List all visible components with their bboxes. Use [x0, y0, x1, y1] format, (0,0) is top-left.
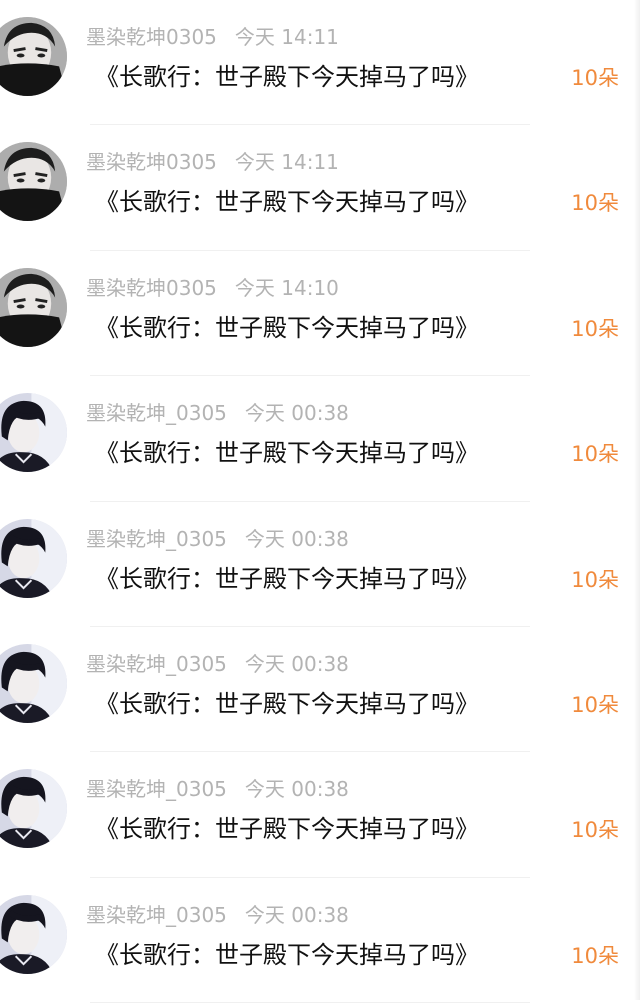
- gift-count: 10朵: [571, 316, 619, 341]
- masked-man-avatar-icon[interactable]: [0, 142, 67, 222]
- masked-man-avatar-icon[interactable]: [0, 267, 67, 347]
- username[interactable]: 墨染乾坤0305: [86, 150, 217, 174]
- message-row[interactable]: 墨染乾坤_0305 今天 00:38 《长歌行：世子殿下今天掉马了吗》 10朵: [0, 878, 640, 1003]
- gift-count: 10朵: [571, 567, 619, 592]
- right-edge-shadow: [634, 0, 640, 1000]
- dark-hair-portrait-avatar-icon[interactable]: [0, 518, 67, 598]
- gift-message-list: 墨染乾坤0305 今天 14:11 《长歌行：世子殿下今天掉马了吗》 10朵 墨染…: [0, 0, 640, 1003]
- message-meta: 墨染乾坤0305 今天 14:10: [86, 275, 339, 301]
- timestamp: 今天 00:38: [244, 651, 349, 676]
- masked-man-avatar-icon[interactable]: [0, 17, 67, 96]
- timestamp: 今天 14:11: [234, 25, 339, 49]
- message-text: 《长歌行：世子殿下今天掉马了吗》: [95, 63, 479, 91]
- message-row[interactable]: 墨染乾坤_0305 今天 00:38 《长歌行：世子殿下今天掉马了吗》 10朵: [0, 627, 640, 753]
- gift-count: 10朵: [571, 692, 619, 717]
- message-meta: 墨染乾坤0305 今天 14:11: [86, 24, 339, 50]
- timestamp: 今天 00:38: [244, 401, 349, 426]
- dark-hair-portrait-avatar-icon[interactable]: [0, 643, 67, 723]
- message-row[interactable]: 墨染乾坤_0305 今天 00:38 《长歌行：世子殿下今天掉马了吗》 10朵: [0, 502, 640, 628]
- message-text: 《长歌行：世子殿下今天掉马了吗》: [95, 564, 479, 593]
- message-row[interactable]: 墨染乾坤_0305 今天 00:38 《长歌行：世子殿下今天掉马了吗》 10朵: [0, 376, 640, 502]
- message-text: 《长歌行：世子殿下今天掉马了吗》: [95, 188, 479, 217]
- username[interactable]: 墨染乾坤0305: [86, 25, 217, 49]
- timestamp: 今天 14:10: [234, 275, 339, 300]
- message-row[interactable]: 墨染乾坤0305 今天 14:11 《长歌行：世子殿下今天掉马了吗》 10朵: [0, 125, 640, 252]
- message-text: 《长歌行：世子殿下今天掉马了吗》: [95, 689, 479, 718]
- message-meta: 墨染乾坤_0305 今天 00:38: [86, 526, 349, 552]
- message-row[interactable]: 墨染乾坤0305 今天 14:11 《长歌行：世子殿下今天掉马了吗》 10朵: [0, 0, 640, 126]
- message-text: 《长歌行：世子殿下今天掉马了吗》: [95, 313, 479, 342]
- username[interactable]: 墨染乾坤_0305: [86, 652, 227, 676]
- dark-hair-portrait-avatar-icon[interactable]: [0, 894, 67, 974]
- message-meta: 墨染乾坤_0305 今天 00:38: [86, 776, 349, 802]
- gift-count: 10朵: [571, 442, 619, 467]
- timestamp: 今天 00:38: [244, 902, 349, 927]
- username[interactable]: 墨染乾坤_0305: [86, 777, 227, 801]
- gift-count: 10朵: [571, 818, 619, 843]
- gift-count: 10朵: [571, 943, 619, 968]
- message-meta: 墨染乾坤0305 今天 14:11: [86, 149, 339, 175]
- dark-hair-portrait-avatar-icon[interactable]: [0, 769, 67, 849]
- message-text: 《长歌行：世子殿下今天掉马了吗》: [95, 815, 479, 844]
- username[interactable]: 墨染乾坤_0305: [86, 527, 227, 551]
- message-row[interactable]: 墨染乾坤_0305 今天 00:38 《长歌行：世子殿下今天掉马了吗》 10朵: [0, 752, 640, 879]
- message-meta: 墨染乾坤_0305 今天 00:38: [86, 400, 349, 426]
- username[interactable]: 墨染乾坤_0305: [86, 401, 227, 425]
- gift-count: 10朵: [571, 191, 619, 216]
- timestamp: 今天 00:38: [244, 777, 349, 802]
- message-text: 《长歌行：世子殿下今天掉马了吗》: [95, 439, 479, 468]
- timestamp: 今天 00:38: [244, 526, 349, 551]
- message-text: 《长歌行：世子殿下今天掉马了吗》: [95, 940, 479, 969]
- message-row[interactable]: 墨染乾坤0305 今天 14:10 《长歌行：世子殿下今天掉马了吗》 10朵: [0, 251, 640, 377]
- gift-count: 10朵: [571, 66, 619, 90]
- dark-hair-portrait-avatar-icon[interactable]: [0, 393, 67, 473]
- timestamp: 今天 14:11: [234, 150, 339, 175]
- username[interactable]: 墨染乾坤_0305: [86, 903, 227, 927]
- message-meta: 墨染乾坤_0305 今天 00:38: [86, 651, 349, 677]
- username[interactable]: 墨染乾坤0305: [86, 276, 217, 300]
- message-meta: 墨染乾坤_0305 今天 00:38: [86, 902, 349, 928]
